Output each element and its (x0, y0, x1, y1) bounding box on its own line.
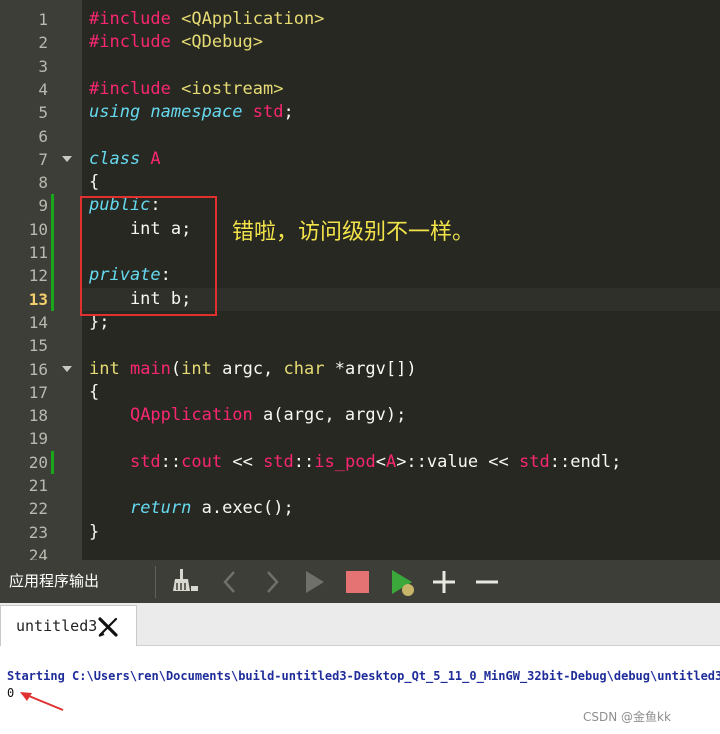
line-number: 4 (38, 79, 48, 99)
code-text: #include <QDebug> (89, 32, 264, 53)
code-text: { (89, 172, 100, 193)
output-panel-title: 应用程序输出 (9, 572, 100, 590)
line-number: 18 (28, 406, 48, 426)
line-number: 1 (38, 10, 48, 29)
line-number: 17 (28, 382, 48, 402)
arrow-annotation-icon (20, 692, 64, 711)
line-number: 2 (38, 33, 48, 53)
line-number: 24 (28, 545, 48, 560)
stop-icon[interactable] (343, 566, 373, 598)
line-number: 14 (28, 312, 48, 332)
line-number: 8 (38, 173, 48, 193)
zoom-in-icon[interactable] (429, 566, 459, 598)
code-text: #include <iostream> (89, 78, 284, 99)
change-marker (51, 287, 54, 311)
line-number: 6 (38, 126, 48, 146)
code-line[interactable]: 1 #include <QApplication> (0, 8, 720, 31)
line-number: 19 (28, 429, 48, 449)
change-marker (51, 194, 54, 218)
line-number: 23 (28, 522, 48, 542)
toolbar-separator (155, 566, 156, 598)
change-marker (51, 450, 54, 474)
change-marker (51, 217, 54, 241)
code-line[interactable]: 15 (0, 334, 720, 357)
line-number: 3 (38, 56, 48, 76)
change-marker (51, 241, 54, 265)
debug-run-icon[interactable] (388, 566, 418, 598)
code-line[interactable]: 21 (0, 474, 720, 497)
previous-item-icon[interactable] (215, 566, 245, 598)
output-starting-line: Starting C:\Users\ren\Documents\build-un… (7, 669, 720, 683)
next-item-icon[interactable] (257, 566, 287, 598)
line-number: 10 (28, 219, 48, 239)
fold-arrow-icon[interactable] (62, 155, 72, 162)
code-text: return a.exec(); (129, 498, 294, 519)
zoom-out-icon[interactable] (472, 566, 502, 598)
line-number: 5 (38, 103, 48, 123)
code-line[interactable]: 6 (0, 125, 720, 148)
line-number: 13 (28, 289, 48, 309)
code-text: using namespace std; (89, 102, 294, 123)
highlight-box (80, 196, 217, 316)
code-line[interactable]: 17 { (0, 381, 720, 404)
code-line[interactable]: 19 (0, 427, 720, 450)
code-line[interactable]: 7 class A (0, 148, 720, 171)
code-text: class A (89, 148, 161, 169)
line-number: 21 (28, 476, 48, 495)
code-line[interactable]: 20 std::cout << std::is_pod<A>::value <<… (0, 450, 720, 474)
code-line[interactable]: 18 QApplication a(argc, argv); (0, 404, 720, 427)
code-text: #include <QApplication> (89, 9, 325, 29)
code-editor[interactable]: 1 #include <QApplication> 2 #include <QDebu… (0, 0, 720, 560)
run-icon[interactable] (300, 566, 330, 598)
code-line[interactable]: 23} (0, 521, 720, 544)
annotation-text: 错啦，访问级别不一样。 (232, 220, 475, 245)
change-marker (51, 264, 54, 288)
code-line[interactable]: 4 #include <iostream> (0, 78, 720, 101)
code-line[interactable]: 8{ (0, 171, 720, 194)
output-tab-bar: untitled3 (0, 603, 720, 646)
line-number: 15 (28, 336, 48, 356)
code-text: { (89, 381, 100, 402)
code-line[interactable]: 5 using namespace std; (0, 101, 720, 124)
line-number: 12 (28, 266, 48, 286)
line-number: 22 (28, 499, 48, 519)
close-icon[interactable] (97, 616, 119, 638)
code-text: } (89, 521, 100, 542)
tab-label: untitled3 (16, 617, 98, 635)
code-line[interactable]: 24 (0, 544, 720, 560)
output-result: 0 (7, 686, 15, 700)
code-line[interactable]: 22 return a.exec(); (0, 497, 720, 520)
clear-output-icon[interactable] (170, 566, 200, 598)
line-number: 16 (28, 359, 48, 379)
fold-arrow-icon[interactable] (62, 365, 72, 372)
watermark: CSDN @金鱼kk (583, 710, 671, 724)
line-number: 7 (38, 149, 48, 169)
output-toolbar: 应用程序输出 (0, 560, 720, 603)
code-line[interactable]: 2 #include <QDebug> (0, 31, 720, 54)
line-number: 11 (28, 243, 48, 262)
tab-untitled3[interactable]: untitled3 (0, 605, 137, 646)
line-number: 9 (38, 196, 48, 216)
code-text: QApplication a(argc, argv); (129, 405, 407, 426)
code-line[interactable]: 3 (0, 55, 720, 78)
code-text: std::cout << std::is_pod<A>::value << st… (129, 451, 622, 472)
code-text: int main(int argc, char *argv[]) (89, 358, 417, 379)
code-line[interactable]: 16 int main(int argc, char *argv[]) (0, 358, 720, 381)
line-number: 20 (28, 452, 48, 472)
